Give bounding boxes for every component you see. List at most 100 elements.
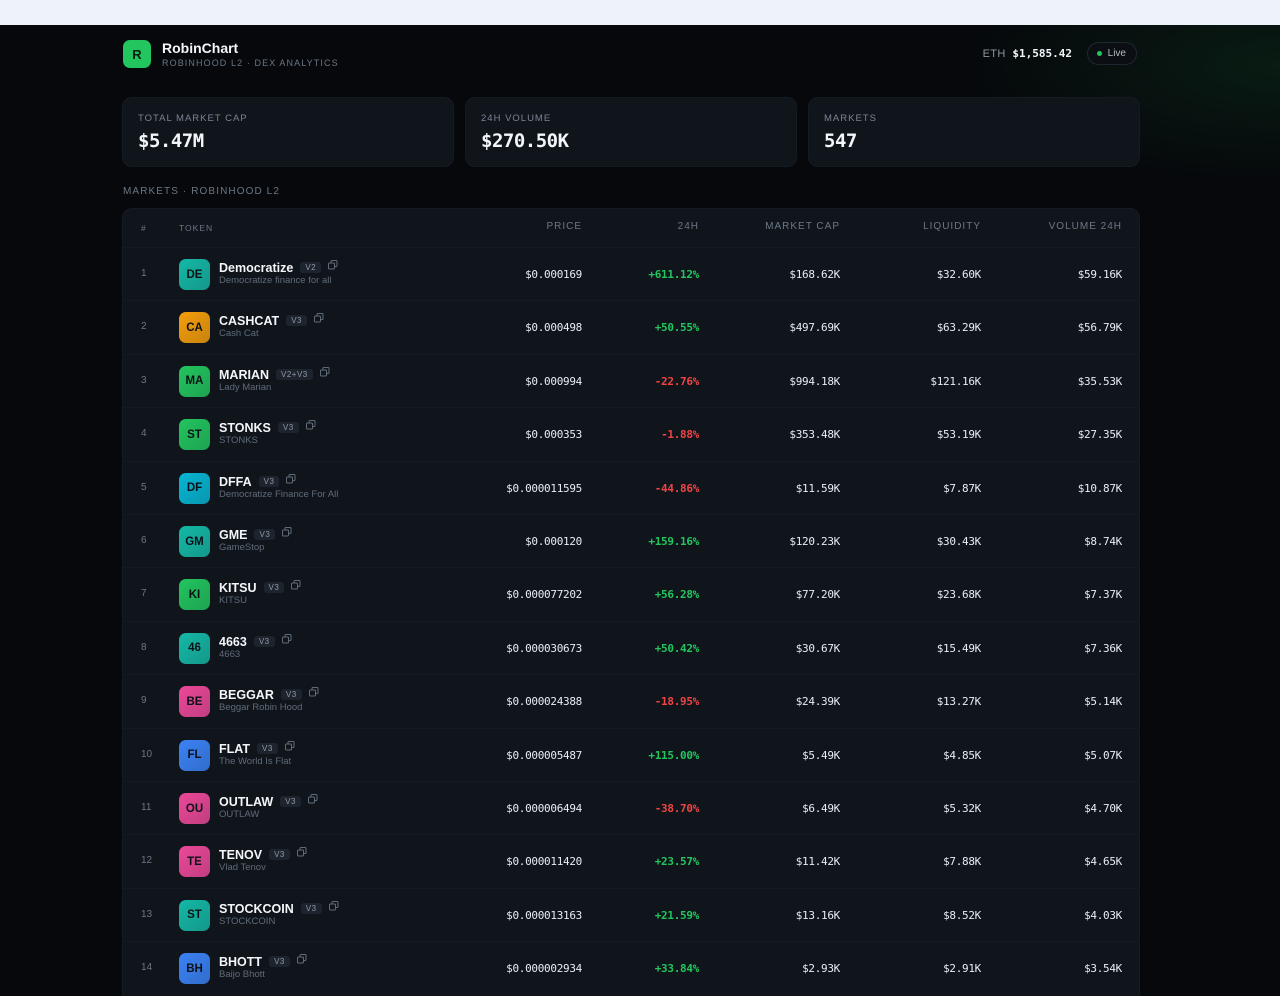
version-badge: V3 [258,475,280,487]
token-market-cap: $497.69K [789,321,840,335]
table-row[interactable]: 7 KI KITSU V3 KITSU $0.000077202 +56.28% $77.20… [123,567,1139,620]
table-row[interactable]: 6 GM GME V3 GameStop $0.000120 +159.16% $120.23… [123,514,1139,567]
table-row[interactable]: 3 MA MARIAN V2+V3 Lady Marian $0.000994 -22.76… [123,353,1139,407]
brand-title[interactable]: RobinChart [162,40,238,56]
token-name-line: GME V3 [219,526,292,542]
token-name[interactable]: STONKS [219,421,271,435]
token-name[interactable]: TENOV [219,848,262,862]
row-rank: 13 [141,908,153,920]
table-row[interactable]: 14 BH BHOTT V3 Baijo Bhott $0.000002934 +33.84… [123,941,1139,994]
eth-price-value: $1,585.42 [1012,47,1072,60]
copy-icon[interactable] [328,900,339,911]
token-price: $0.000077202 [506,588,582,602]
token-liquidity: $5.32K [943,802,981,815]
token-name[interactable]: 4663 [219,635,247,649]
token-liquidity: $121.16K [930,374,981,388]
col-volume[interactable]: VOLUME 24H [1049,221,1122,232]
top-header: R RobinChart ROBINHOOD L2 · DEX ANALYTIC… [123,39,1140,69]
table-row[interactable]: 1 DE Democratize V2 Democratize finance for … [123,247,1139,300]
token-change-24h: +23.57% [654,855,700,869]
token-name[interactable]: FLAT [219,742,250,756]
token-avatar: CA [179,312,210,344]
token-volume-24h: $4.70K [1084,802,1122,815]
token-volume-24h: $56.79K [1077,321,1123,335]
token-name[interactable]: STOCKCOIN [219,902,294,916]
live-dot-icon [1096,51,1102,56]
stat-card-markets: MARKETS 547 [808,97,1140,167]
col-rank[interactable]: # [141,223,147,233]
table-row[interactable]: 4 ST STONKS V3 STONKS $0.000353 -1.88% $353.48K… [123,407,1139,460]
col-market-cap[interactable]: MARKET CAP [765,221,840,232]
stat-value: $5.47M [138,130,204,152]
copy-icon[interactable] [281,633,292,644]
table-row[interactable]: 9 BE BEGGAR V3 Beggar Robin Hood $0.000024388… [123,674,1139,727]
col-token[interactable]: TOKEN [179,223,213,233]
row-rank: 9 [141,695,147,707]
token-full-name: Cash Cat [219,328,259,340]
token-volume-24h: $59.16K [1077,268,1123,281]
col-change[interactable]: 24H [678,221,699,232]
token-name-line: OUTLAW V3 [219,793,318,809]
copy-icon[interactable] [305,419,316,430]
token-price: $0.000498 [525,321,582,335]
copy-icon[interactable] [308,686,319,697]
col-liquidity[interactable]: LIQUIDITY [923,221,981,232]
token-full-name: KITSU [219,595,247,607]
copy-icon[interactable] [319,366,330,377]
live-status-pill[interactable]: Live [1086,42,1137,65]
token-name-line: 4663 V3 [219,633,292,649]
stat-label: 24H VOLUME [481,113,552,124]
token-name-line: STOCKCOIN V3 [219,900,339,916]
token-name-line: KITSU V3 [219,579,301,595]
copy-icon[interactable] [313,312,324,323]
copy-icon[interactable] [284,740,295,751]
row-rank: 10 [141,748,153,760]
copy-icon[interactable] [307,793,318,804]
row-rank: 14 [141,962,153,974]
token-avatar: ST [179,899,210,931]
token-name[interactable]: OUTLAW [219,795,273,809]
token-name[interactable]: MARIAN [219,368,269,382]
table-row[interactable]: 10 FL FLAT V3 The World Is Flat $0.000005487 +… [123,727,1139,781]
token-price: $0.000006494 [506,802,582,815]
token-full-name: Lady Marian [219,381,272,393]
token-name[interactable]: BEGGAR [219,688,274,702]
copy-icon[interactable] [291,579,301,590]
copy-icon[interactable] [282,526,292,537]
table-row[interactable]: 12 TE TENOV V3 Vlad Tenov $0.000011420 +23.57%… [123,834,1139,887]
table-row[interactable]: 11 OU OUTLAW V3 OUTLAW $0.000006494 -38.70% $6.… [123,781,1139,834]
copy-icon[interactable] [296,953,307,964]
token-market-cap: $2.93K [802,962,840,976]
token-name[interactable]: DFFA [219,475,252,489]
token-name-line: DFFA V3 [219,473,296,489]
copy-icon[interactable] [286,473,296,484]
token-avatar: DF [179,472,210,504]
table-row[interactable]: 13 ST STOCKCOIN V3 STOCKCOIN $0.000013163 +21.… [123,887,1139,941]
app-window: R RobinChart ROBINHOOD L2 · DEX ANALYTIC… [0,25,1280,996]
token-name[interactable]: GME [219,528,247,542]
table-row[interactable]: 5 DF DFFA V3 Democratize Finance For All $0.0… [123,460,1139,514]
token-liquidity: $15.49K [936,641,982,655]
token-name[interactable]: BHOTT [219,955,262,969]
col-price[interactable]: PRICE [546,221,582,232]
token-avatar: TE [179,846,210,878]
token-name[interactable]: KITSU [219,581,257,595]
token-change-24h: +33.84% [654,962,700,976]
token-name[interactable]: Democratize [219,261,293,275]
copy-icon[interactable] [296,846,307,857]
token-name-line: BEGGAR V3 [219,686,319,702]
token-name[interactable]: CASHCAT [219,314,279,328]
row-rank: 4 [141,428,147,440]
token-price: $0.000994 [525,374,582,388]
token-change-24h: -22.76% [654,374,700,388]
table-row[interactable]: 8 46 4663 V3 4663 $0.000030673 +50.42% $30.67K $… [123,620,1139,674]
logo-icon[interactable]: R [123,40,151,68]
token-price: $0.000120 [525,535,582,548]
token-market-cap: $11.59K [795,481,841,495]
copy-icon[interactable] [328,259,338,270]
row-rank: 12 [141,855,153,867]
token-liquidity: $30.43K [936,535,982,548]
table-row[interactable]: 2 CA CASHCAT V3 Cash Cat $0.000498 +50.55% $497… [123,300,1139,353]
token-price: $0.000353 [525,428,582,442]
version-badge: V3 [300,902,322,914]
